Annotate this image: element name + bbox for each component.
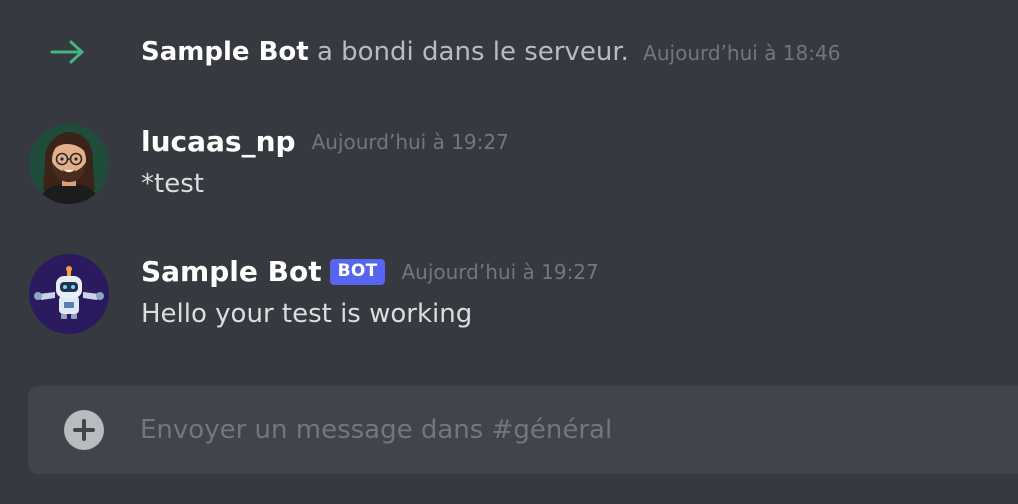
- system-timestamp[interactable]: Aujourd’hui à 18:46: [643, 41, 840, 65]
- message-composer: [28, 386, 1018, 474]
- message-item: lucaas_np Aujourd’hui à 19:27 *test: [0, 122, 1018, 212]
- system-join-text: Sample Bot a bondi dans le serveur. Aujo…: [141, 36, 840, 69]
- username[interactable]: lucaas_np: [141, 122, 296, 162]
- message-timestamp[interactable]: Aujourd’hui à 19:27: [312, 122, 509, 162]
- message-header: lucaas_np Aujourd’hui à 19:27: [141, 122, 509, 162]
- add-attachment-button[interactable]: [64, 410, 104, 450]
- message-input[interactable]: [140, 406, 1000, 454]
- message-item: Sample Bot BOT Aujourd’hui à 19:27 Hello…: [0, 252, 1018, 342]
- message-list: Sample Bot a bondi dans le serveur. Aujo…: [0, 0, 1018, 380]
- bot-avatar-image: [29, 254, 109, 334]
- avatar[interactable]: [29, 124, 109, 204]
- system-action-text: a bondi dans le serveur.: [316, 37, 629, 67]
- system-join-message: Sample Bot a bondi dans le serveur. Aujo…: [0, 30, 1018, 76]
- plus-circle-icon: [73, 419, 95, 441]
- bot-badge: BOT: [329, 259, 386, 285]
- message-header: Sample Bot BOT Aujourd’hui à 19:27: [141, 252, 599, 292]
- message-timestamp[interactable]: Aujourd’hui à 19:27: [401, 252, 598, 292]
- message-content: Hello your test is working: [141, 299, 473, 329]
- avatar[interactable]: [29, 254, 109, 334]
- message-content: *test: [141, 169, 204, 199]
- user-avatar-image: [29, 124, 109, 204]
- username[interactable]: Sample Bot: [141, 252, 322, 292]
- join-arrow-icon: [50, 40, 84, 64]
- system-username[interactable]: Sample Bot: [141, 37, 309, 67]
